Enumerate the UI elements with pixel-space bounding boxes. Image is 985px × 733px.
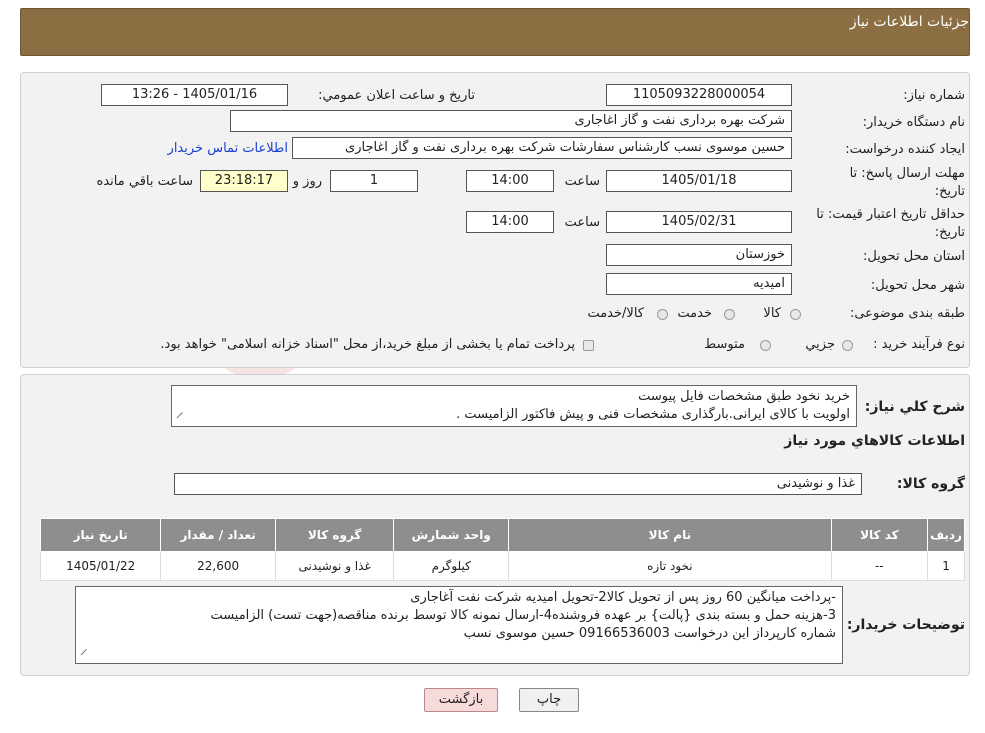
back-button[interactable]: بازگشت bbox=[424, 688, 498, 712]
notes-label: توضيحات خريدار: bbox=[846, 617, 965, 633]
validity-time-label: ساعت bbox=[564, 215, 600, 230]
print-button[interactable]: چاپ bbox=[519, 688, 579, 712]
announce-label: تاریخ و ساعت اعلان عمومي: bbox=[318, 88, 475, 103]
col-quantity: تعداد / مقدار bbox=[160, 518, 276, 552]
purchase-note: پرداخت تمام یا بخشی از مبلغ خرید،از محل … bbox=[160, 337, 575, 352]
validity-time-field: 14:00 bbox=[466, 211, 554, 233]
deadline-label-1: مهلت ارسال پاسخ: تا bbox=[849, 166, 965, 181]
summary-line-1: خرید نخود طبق مشخصات فایل پیوست bbox=[638, 389, 850, 404]
validity-label-2: تاريخ: bbox=[934, 225, 965, 240]
requester-label: ايجاد کننده درخواست: bbox=[845, 142, 965, 157]
days-remaining-field: 1 bbox=[330, 170, 418, 192]
treasury-checkbox[interactable] bbox=[583, 340, 594, 351]
purchase-medium-radio[interactable] bbox=[760, 340, 771, 351]
cell-quantity: 22,600 bbox=[160, 551, 276, 581]
category-service-radio[interactable] bbox=[724, 309, 735, 320]
purchase-medium-label: متوسط bbox=[704, 337, 745, 352]
cell-unit: کیلوگرم bbox=[393, 551, 510, 581]
summary-line-2: اولویت با کالای ایرانی.بارگذاری مشخصات ف… bbox=[456, 407, 850, 422]
purchase-minor-label: جزيي bbox=[805, 337, 835, 352]
goods-section-title: اطلاعات کالاهاي مورد نياز bbox=[784, 433, 965, 449]
validity-label-1: حداقل تاريخ اعتبار قيمت: تا bbox=[816, 207, 965, 222]
col-date: تاريخ نياز bbox=[39, 518, 162, 552]
col-name: نام کالا bbox=[508, 518, 832, 552]
notes-line-3: شماره کارپرداز این درخواست 09166536003 ح… bbox=[463, 626, 836, 641]
col-unit: واحد شمارش bbox=[393, 518, 510, 552]
cell-code: -- bbox=[830, 551, 929, 581]
purchase-type-label: نوع فرآيند خريد : bbox=[873, 337, 965, 352]
deadline-time-label: ساعت bbox=[564, 174, 600, 189]
goods-table-header: رديف کد کالا نام کالا واحد شمارش گروه کا… bbox=[39, 518, 965, 552]
deadline-label-2: تاريخ: bbox=[934, 184, 965, 199]
purchase-minor-radio[interactable] bbox=[842, 340, 853, 351]
summary-label: شرح كلي نياز: bbox=[864, 399, 965, 415]
category-goods-service-radio[interactable] bbox=[657, 309, 668, 320]
summary-textarea: خرید نخود طبق مشخصات فایل پیوست اولویت ب… bbox=[171, 385, 857, 427]
goods-group-label: گروه کالا: bbox=[896, 476, 965, 492]
goods-table: رديف کد کالا نام کالا واحد شمارش گروه کا… bbox=[39, 518, 965, 581]
announce-datetime-field: 1405/01/16 - 13:26 bbox=[101, 84, 288, 106]
remaining-time-label: ساعت باقي مانده bbox=[96, 174, 193, 189]
page-title: جزئیات اطلاعات نیاز bbox=[849, 14, 969, 30]
table-row: 1 -- نخود تازه کیلوگرم غذا و نوشیدنی 22,… bbox=[39, 551, 965, 581]
need-number-field: 1105093228000054 bbox=[606, 84, 792, 106]
requester-field: حسین موسوی نسب کارشناس سفارشات شرکت بهره… bbox=[292, 137, 792, 159]
buyer-contact-link[interactable]: اطلاعات تماس خريدار bbox=[168, 141, 288, 156]
province-label: استان محل تحويل: bbox=[863, 249, 965, 264]
goods-group-field: غذا و نوشیدنی bbox=[174, 473, 862, 495]
resize-handle-icon[interactable] bbox=[80, 648, 93, 662]
cell-name: نخود تازه bbox=[508, 551, 832, 581]
category-goods-radio[interactable] bbox=[790, 309, 801, 320]
province-field: خوزستان bbox=[606, 244, 792, 266]
col-group: گروه کالا bbox=[274, 518, 395, 552]
buyer-org-field: شرکت بهره برداری نفت و گاز اغاجاری bbox=[230, 110, 792, 132]
city-label: شهر محل تحويل: bbox=[870, 278, 965, 293]
cell-row: 1 bbox=[927, 551, 965, 581]
cell-date: 1405/01/22 bbox=[39, 551, 162, 581]
city-field: امیدیه bbox=[606, 273, 792, 295]
col-row: رديف bbox=[927, 518, 965, 552]
need-number-label: شماره نیاز: bbox=[903, 88, 965, 103]
days-label: روز و bbox=[292, 174, 322, 189]
category-service-label: خدمت bbox=[677, 306, 712, 321]
notes-line-1: -پرداخت میانگین 60 روز پس از تحویل کالا2… bbox=[410, 590, 836, 605]
deadline-date-field: 1405/01/18 bbox=[606, 170, 792, 192]
page-header bbox=[20, 8, 970, 56]
validity-date-field: 1405/02/31 bbox=[606, 211, 792, 233]
notes-textarea: -پرداخت میانگین 60 روز پس از تحویل کالا2… bbox=[75, 586, 843, 664]
deadline-time-field: 14:00 bbox=[466, 170, 554, 192]
col-code: کد کالا bbox=[830, 518, 929, 552]
buyer-org-label: نام دستگاه خريدار: bbox=[862, 115, 965, 130]
cell-group: غذا و نوشیدنی bbox=[274, 551, 395, 581]
remaining-time-field: 23:18:17 bbox=[200, 170, 288, 192]
category-goods-label: کالا bbox=[763, 306, 781, 321]
notes-line-2: 3-هزینه حمل و بسته بندی {پالت} بر عهده ف… bbox=[210, 608, 836, 623]
category-label: طبقه بندی موضوعی: bbox=[849, 306, 965, 321]
category-goods-service-label: کالا/خدمت bbox=[587, 306, 644, 321]
